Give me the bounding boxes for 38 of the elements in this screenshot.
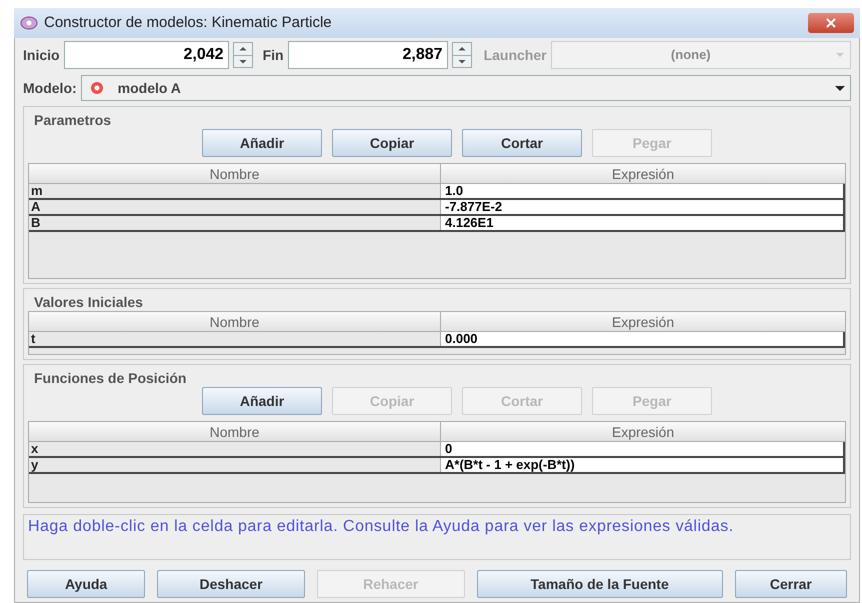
action-button[interactable]: Copiar — [332, 129, 452, 157]
close-button[interactable] — [808, 13, 854, 33]
end-label: Fin — [262, 46, 284, 64]
spinner-control[interactable] — [232, 42, 253, 68]
target-icon — [90, 81, 104, 95]
launcher-label: Launcher — [484, 46, 547, 64]
hint-text: Haga doble-clic en la celda para editarla. Consulte la Ayuda para ver las expresiones válidas. — [28, 517, 735, 536]
table-cell[interactable]: 0 — [441, 442, 845, 456]
table-cell[interactable]: 4.126E1 — [441, 216, 845, 230]
column-header[interactable]: Nombre — [29, 312, 441, 331]
column-header[interactable]: Expresión — [441, 312, 845, 331]
action-button[interactable]: Añadir — [202, 387, 322, 415]
start-label: Inicio — [23, 46, 60, 64]
app-icon — [20, 16, 38, 30]
spinner-control[interactable] — [452, 42, 472, 68]
action-button[interactable]: Tamaño de la Fuente — [476, 570, 723, 598]
action-button[interactable]: Añadir — [202, 129, 322, 157]
column-header[interactable]: Nombre — [29, 164, 441, 183]
action-button[interactable]: Ayuda — [27, 570, 146, 598]
action-button[interactable]: Cortar — [462, 129, 582, 157]
window-title: Constructor de modelos: Kinematic Particle — [44, 12, 333, 33]
column-header[interactable]: Nombre — [29, 422, 441, 441]
start-field[interactable]: 2,042 — [64, 41, 229, 69]
section-title: Funciones de Posición — [34, 370, 186, 386]
table-cell[interactable]: -7.877E-2 — [441, 200, 845, 214]
close-icon — [826, 18, 836, 28]
model-dropdown[interactable]: modelo A — [80, 75, 851, 101]
column-header[interactable]: Expresión — [441, 164, 845, 183]
section-title: Parametros — [34, 112, 112, 128]
table-cell[interactable]: A*(B*t - 1 + exp(-B*t)) — [441, 458, 845, 472]
end-field[interactable]: 2,887 — [288, 41, 448, 69]
column-header[interactable]: Expresión — [441, 422, 845, 441]
table-cell[interactable]: 0.000 — [441, 332, 845, 346]
section-title: Valores Iniciales — [34, 294, 143, 310]
action-button[interactable]: Cerrar — [734, 570, 847, 598]
table-cell[interactable]: 1.0 — [441, 184, 845, 198]
model-label: Modelo: — [23, 78, 77, 98]
action-button[interactable]: Deshacer — [157, 570, 305, 598]
